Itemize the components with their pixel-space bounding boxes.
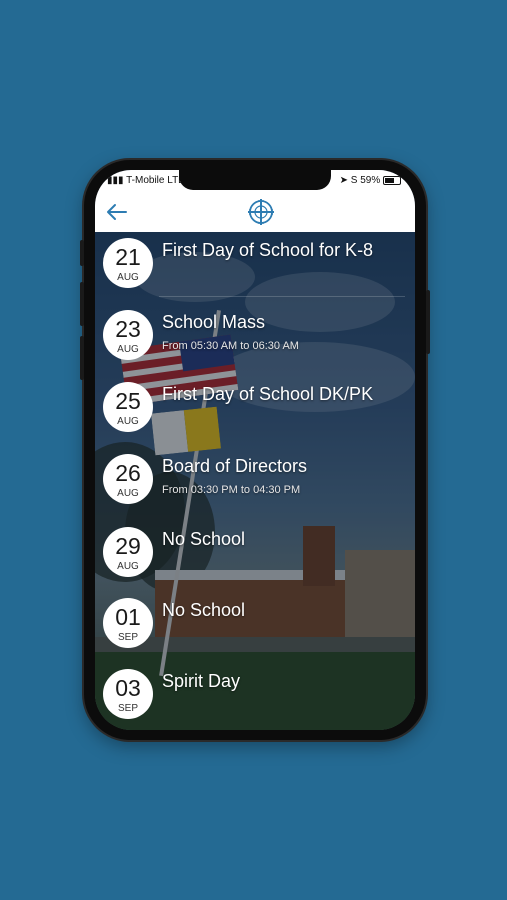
- event-title: Spirit Day: [162, 671, 241, 691]
- power-button: [426, 290, 430, 354]
- location-icon: ➤: [339, 175, 348, 186]
- event-item[interactable]: 21 AUG First Day of School for K-8: [95, 232, 415, 304]
- volume-down-button: [80, 336, 84, 380]
- phone-screen: ▮▮▮ T-Mobile LTE ➤ Ѕ 59% 21 AUG First Da…: [95, 170, 415, 730]
- event-time: From 05:30 AM to 06:30 AM: [162, 340, 299, 352]
- event-item[interactable]: 23 AUG School Mass From 05:30 AM to 06:3…: [95, 304, 415, 376]
- event-title: No School: [162, 529, 246, 549]
- battery-percent: 59%: [360, 175, 381, 186]
- back-arrow-icon: [107, 204, 127, 220]
- event-time: From 03:30 PM to 04:30 PM: [162, 484, 301, 496]
- event-item[interactable]: 29 AUG No School: [95, 521, 415, 593]
- date-badge: 29 AUG: [103, 527, 153, 577]
- mute-switch: [80, 240, 84, 266]
- date-badge: 01 SEP: [103, 598, 153, 648]
- bluetooth-icon: Ѕ: [350, 175, 358, 186]
- phone-frame: ▮▮▮ T-Mobile LTE ➤ Ѕ 59% 21 AUG First Da…: [80, 160, 430, 740]
- back-button[interactable]: [105, 200, 129, 224]
- signal-icon: ▮▮▮: [107, 175, 127, 186]
- divider: [159, 296, 405, 297]
- status-right: ➤ Ѕ 59%: [340, 175, 401, 186]
- nav-bar: [95, 192, 415, 233]
- date-badge: 26 AUG: [103, 454, 153, 504]
- status-bar: ▮▮▮ T-Mobile LTE ➤ Ѕ 59%: [95, 170, 415, 192]
- volume-up-button: [80, 282, 84, 326]
- event-title: Board of Directors: [162, 456, 308, 476]
- cross-logo-icon: [248, 199, 274, 225]
- events-list: 21 AUG First Day of School for K-8 23 AU…: [95, 232, 415, 730]
- date-badge: 21 AUG: [103, 238, 153, 288]
- event-item[interactable]: 26 AUG Board of Directors From 03:30 PM …: [95, 448, 415, 520]
- carrier-label: ▮▮▮ T-Mobile LTE: [107, 175, 185, 186]
- event-title: No School: [162, 600, 246, 620]
- date-badge: 25 AUG: [103, 382, 153, 432]
- event-title: First Day of School DK/PK: [162, 384, 374, 404]
- event-item[interactable]: 03 SEP Spirit Day: [95, 663, 415, 730]
- event-title: School Mass: [162, 312, 266, 332]
- event-item[interactable]: 01 SEP No School: [95, 592, 415, 664]
- date-badge: 23 AUG: [103, 310, 153, 360]
- notch: [179, 170, 331, 190]
- school-logo: [247, 198, 275, 226]
- date-badge: 03 SEP: [103, 669, 153, 719]
- event-item[interactable]: 25 AUG First Day of School DK/PK: [95, 376, 415, 448]
- event-title: First Day of School for K-8: [162, 240, 374, 260]
- battery-icon: [383, 175, 401, 185]
